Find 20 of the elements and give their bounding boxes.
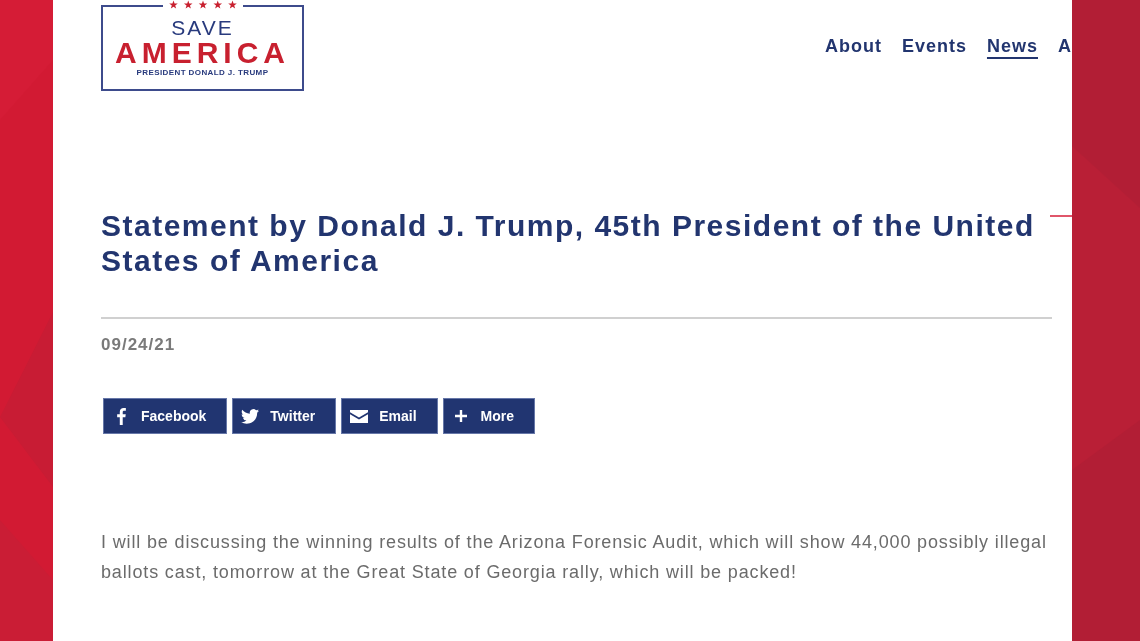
logo-title: SAVE (171, 17, 234, 38)
bird-icon (241, 408, 260, 424)
share-button[interactable]: Email (341, 398, 438, 434)
logo-wordmark: AMERICA (115, 38, 290, 68)
nav-link[interactable]: News (986, 33, 1038, 58)
article-body: I will be discussing the winning results of the Arizona Forensic Audit, which will show 44,000 possibly illegal ballots cast, tomorrow at the Great State of Georgia rally, which will be packed! (101, 531, 1048, 584)
stars-icon (168, 0, 237, 9)
article-title: Statement by Donald J. Trump, 45th President of the United States of America (101, 208, 1036, 278)
logo-tagline: PRESIDENT DONALD J. TRUMP (136, 69, 269, 77)
share-button[interactable]: Twitter (232, 398, 337, 434)
share-button[interactable]: More (442, 398, 536, 434)
envelope-icon (350, 409, 369, 423)
letter-f-icon (116, 407, 126, 425)
article-date: 09/24/21 (101, 334, 176, 356)
nav-link[interactable]: Events (901, 33, 967, 58)
nav-link[interactable]: A (1058, 33, 1072, 58)
accent-line (1050, 215, 1072, 217)
plus-icon (454, 410, 467, 422)
nav-link[interactable]: About (824, 33, 882, 58)
share-button[interactable]: Facebook (103, 398, 228, 434)
